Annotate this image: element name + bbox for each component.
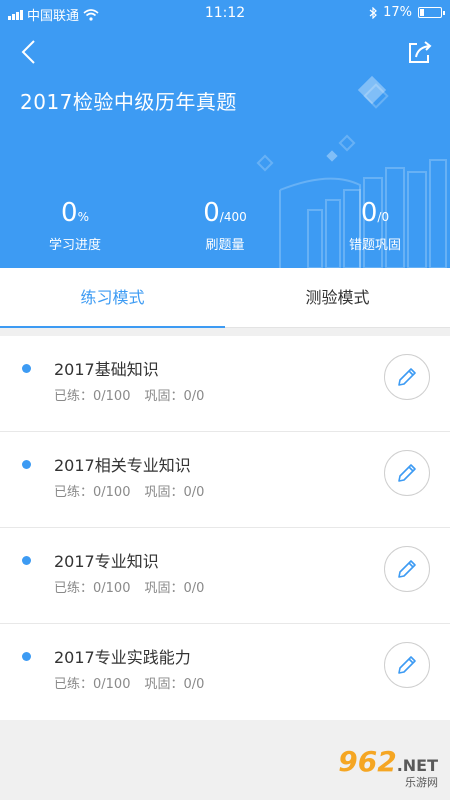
edit-button[interactable] bbox=[384, 450, 430, 496]
list-item[interactable]: 2017专业实践能力 已练：0/100 巩固：0/0 bbox=[0, 624, 450, 720]
stat-questions: 0/400 刷题量 bbox=[150, 198, 300, 253]
stat-questions-unit: /400 bbox=[219, 210, 247, 224]
pencil-icon bbox=[398, 560, 416, 578]
tab-practice-mode[interactable]: 练习模式 bbox=[0, 268, 225, 328]
pencil-icon bbox=[398, 656, 416, 674]
item-title: 2017专业实践能力 bbox=[54, 648, 191, 667]
bullet-dot bbox=[22, 364, 31, 373]
back-chevron-icon bbox=[21, 40, 35, 64]
stat-questions-label: 刷题量 bbox=[205, 238, 245, 253]
stat-progress: 0% 学习进度 bbox=[0, 198, 150, 253]
bullet-dot bbox=[22, 652, 31, 661]
watermark-brand: 962 bbox=[338, 745, 397, 778]
bluetooth-icon bbox=[369, 6, 377, 19]
back-button[interactable] bbox=[16, 38, 44, 66]
pencil-icon bbox=[398, 368, 416, 386]
page-title: 2017检验中级历年真题 bbox=[20, 90, 237, 114]
item-title: 2017相关专业知识 bbox=[54, 456, 191, 475]
stat-progress-label: 学习进度 bbox=[48, 238, 101, 253]
consolidated-count: 巩固：0/0 bbox=[144, 677, 205, 692]
edit-button[interactable] bbox=[384, 546, 430, 592]
consolidated-count: 巩固：0/0 bbox=[144, 389, 205, 404]
stat-mistakes-value: 0 bbox=[360, 198, 378, 228]
mode-tabs: 练习模式 测验模式 bbox=[0, 268, 450, 328]
stat-mistakes: 0/0 错题巩固 bbox=[300, 198, 450, 253]
watermark-suffix: .NET bbox=[396, 756, 438, 775]
chapter-list: 2017基础知识 已练：0/100 巩固：0/0 2017相关专业知识 已练：0/… bbox=[0, 336, 450, 720]
practiced-count: 已练：0/100 bbox=[54, 485, 131, 500]
edit-button[interactable] bbox=[384, 354, 430, 400]
stat-mistakes-label: 错题巩固 bbox=[348, 238, 401, 253]
stat-progress-unit: % bbox=[77, 210, 89, 224]
pencil-icon bbox=[398, 464, 416, 482]
practiced-count: 已练：0/100 bbox=[54, 581, 131, 596]
item-title: 2017专业知识 bbox=[54, 552, 159, 571]
edit-button[interactable] bbox=[384, 642, 430, 688]
item-title: 2017基础知识 bbox=[54, 360, 159, 379]
battery-icon bbox=[418, 7, 445, 18]
status-bar: 中国联通 11:12 17% bbox=[0, 0, 450, 26]
consolidated-count: 巩固：0/0 bbox=[144, 485, 205, 500]
practiced-count: 已练：0/100 bbox=[54, 677, 131, 692]
bullet-dot bbox=[22, 556, 31, 565]
list-item[interactable]: 2017相关专业知识 已练：0/100 巩固：0/0 bbox=[0, 432, 450, 528]
tab-quiz-mode[interactable]: 测验模式 bbox=[225, 268, 450, 328]
list-item[interactable]: 2017基础知识 已练：0/100 巩固：0/0 bbox=[0, 336, 450, 432]
battery-percent: 17% bbox=[383, 5, 412, 20]
active-tab-indicator bbox=[0, 326, 225, 328]
practiced-count: 已练：0/100 bbox=[54, 389, 131, 404]
consolidated-count: 巩固：0/0 bbox=[144, 581, 205, 596]
header: 中国联通 11:12 17% 2017检验中级历年真题 0% 学习进度 0/40… bbox=[0, 0, 450, 268]
stat-questions-value: 0 bbox=[203, 198, 220, 228]
watermark-logo: 962.NET 乐游网 bbox=[338, 745, 438, 790]
bullet-dot bbox=[22, 460, 31, 469]
stat-mistakes-unit: /0 bbox=[377, 210, 390, 224]
list-item[interactable]: 2017专业知识 已练：0/100 巩固：0/0 bbox=[0, 528, 450, 624]
stat-progress-value: 0 bbox=[61, 198, 78, 228]
